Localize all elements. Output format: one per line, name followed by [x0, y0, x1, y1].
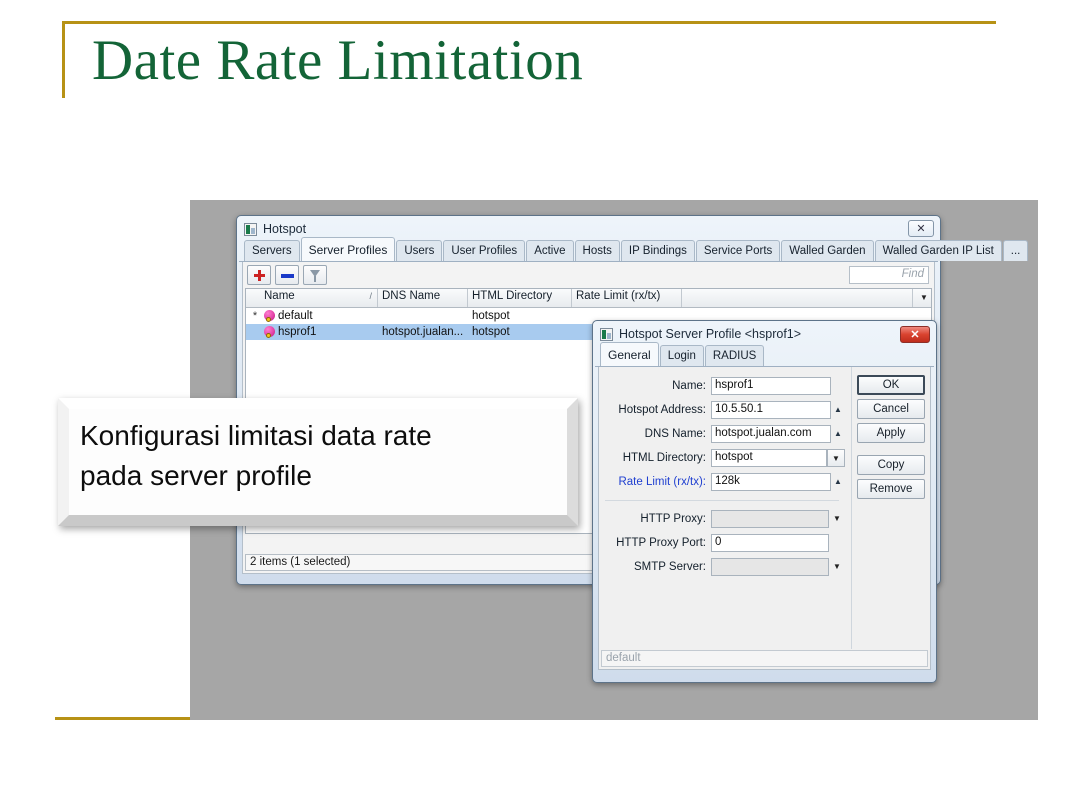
slide-left-rule — [62, 21, 65, 98]
tab-server-profiles[interactable]: Server Profiles — [300, 237, 396, 261]
spinner-up-icon[interactable]: ▲ — [831, 473, 845, 491]
field-html-directory: HTML Directory: hotspot ▼ — [603, 447, 845, 469]
minus-icon[interactable] — [275, 265, 299, 285]
field-dns-name: DNS Name: hotspot.jualan.com ▲ — [603, 423, 845, 445]
row-marker: * — [252, 310, 258, 322]
callout-line-1: Konfigurasi limitasi data rate — [80, 420, 432, 451]
name-input[interactable]: hsprof1 — [711, 377, 831, 395]
field-label-html-directory: HTML Directory: — [622, 452, 706, 464]
field-smtp-server: SMTP Server: ▼ — [603, 556, 845, 578]
profile-dialog-status-bar: default — [601, 650, 928, 667]
field-hotspot-address: Hotspot Address: 10.5.50.1 ▲ — [603, 399, 845, 421]
window-app-icon — [244, 222, 257, 236]
copy-button[interactable]: Copy — [857, 455, 925, 475]
browse-down-icon[interactable]: ▼ — [827, 449, 845, 467]
tab-service-ports[interactable]: Service Ports — [695, 240, 781, 261]
hotspot-server-profile-dialog: Hotspot Server Profile <hsprof1> ✕ Gener… — [592, 320, 937, 683]
http-proxy-input[interactable] — [711, 510, 829, 528]
tab-more[interactable]: ... — [1002, 240, 1029, 261]
column-header-dns-name[interactable]: DNS Name — [378, 289, 468, 307]
tab-radius[interactable]: RADIUS — [704, 345, 765, 366]
callout-line-2: pada server profile — [80, 460, 312, 491]
close-icon[interactable]: ✕ — [908, 220, 934, 237]
column-header-filler — [682, 289, 913, 307]
field-label-name: Name: — [672, 380, 706, 392]
sort-indicator-icon: / — [369, 291, 372, 301]
profile-dialog-title: Hotspot Server Profile <hsprof1> — [619, 327, 802, 341]
tab-hosts[interactable]: Hosts — [574, 240, 620, 261]
column-header-rate-limit[interactable]: Rate Limit (rx/tx) — [572, 289, 682, 307]
field-rate-limit: Rate Limit (rx/tx): 128k ▲ — [603, 471, 845, 493]
hotspot-toolbar: Find — [243, 262, 934, 288]
tab-servers[interactable]: Servers — [244, 240, 300, 261]
column-header-name[interactable]: Name / — [260, 289, 378, 307]
html-directory-input[interactable]: hotspot — [711, 449, 827, 467]
chevron-down-icon[interactable]: ▼ — [829, 558, 845, 576]
profile-dialog-tabstrip: General Login RADIUS — [595, 342, 934, 367]
field-label-hotspot-address: Hotspot Address: — [618, 404, 706, 416]
cell-name: default — [260, 310, 378, 322]
tab-walled-garden-ip-list[interactable]: Walled Garden IP List — [874, 240, 1002, 261]
slide-top-rule — [62, 21, 996, 24]
field-label-rate-limit: Rate Limit (rx/tx): — [618, 476, 706, 488]
tab-walled-garden[interactable]: Walled Garden — [781, 240, 874, 261]
window-app-icon — [600, 327, 613, 341]
cell-html-directory: hotspot — [472, 326, 510, 338]
field-separator — [605, 500, 839, 501]
page-title: Date Rate Limitation — [92, 29, 584, 92]
chevron-down-icon[interactable]: ▼ — [829, 510, 845, 528]
search-input[interactable]: Find — [849, 266, 929, 284]
callout-text: Konfigurasi limitasi data rate pada serv… — [80, 416, 560, 496]
rate-limit-input[interactable]: 128k — [711, 473, 831, 491]
field-label-dns-name: DNS Name: — [644, 428, 706, 440]
profile-dialog-buttons: OK Cancel Apply Copy Remove — [852, 367, 930, 649]
tab-user-profiles[interactable]: User Profiles — [443, 240, 526, 261]
funnel-icon[interactable] — [303, 265, 327, 285]
callout-box: Konfigurasi limitasi data rate pada serv… — [58, 398, 578, 526]
http-proxy-port-input[interactable]: 0 — [711, 534, 829, 552]
tab-active[interactable]: Active — [526, 240, 574, 261]
close-icon[interactable]: ✕ — [900, 326, 930, 343]
plus-icon[interactable] — [247, 265, 271, 285]
field-label-http-proxy-port: HTTP Proxy Port: — [616, 537, 706, 549]
tab-users[interactable]: Users — [396, 240, 443, 261]
tab-login[interactable]: Login — [659, 345, 704, 366]
hotspot-tabstrip: Servers Server Profiles Users User Profi… — [239, 237, 1029, 262]
spinner-up-icon[interactable]: ▲ — [831, 425, 845, 443]
field-http-proxy-port: HTTP Proxy Port: 0 — [603, 532, 845, 554]
profile-globe-key-icon — [264, 310, 275, 322]
smtp-server-input[interactable] — [711, 558, 829, 576]
remove-button[interactable]: Remove — [857, 479, 925, 499]
table-header-marker — [246, 289, 260, 307]
hotspot-address-input[interactable]: 10.5.50.1 — [711, 401, 831, 419]
column-header-html-directory[interactable]: HTML Directory — [468, 289, 572, 307]
field-name: Name: hsprof1 — [603, 375, 845, 397]
table-header-row: Name / DNS Name HTML Directory Rate Limi… — [246, 289, 931, 308]
field-label-smtp-server: SMTP Server: — [634, 561, 706, 573]
field-http-proxy: HTTP Proxy: ▼ — [603, 508, 845, 530]
profile-globe-key-icon — [264, 326, 275, 338]
profile-field-list: Name: hsprof1 Hotspot Address: 10.5.50.1… — [599, 367, 852, 649]
cancel-button[interactable]: Cancel — [857, 399, 925, 419]
cell-html-directory: hotspot — [472, 310, 510, 322]
dns-name-input[interactable]: hotspot.jualan.com — [711, 425, 831, 443]
chevron-down-icon[interactable]: ▼ — [913, 289, 931, 307]
tab-ip-bindings[interactable]: IP Bindings — [620, 240, 695, 261]
ok-button[interactable]: OK — [857, 375, 925, 395]
spinner-up-icon[interactable]: ▲ — [831, 401, 845, 419]
tab-general[interactable]: General — [600, 342, 659, 366]
cell-name: hsprof1 — [260, 326, 378, 338]
cell-dns-name: hotspot.jualan... — [382, 326, 464, 338]
field-label-http-proxy: HTTP Proxy: — [640, 513, 706, 525]
apply-button[interactable]: Apply — [857, 423, 925, 443]
profile-dialog-body: Name: hsprof1 Hotspot Address: 10.5.50.1… — [598, 367, 931, 670]
hotspot-window-title: Hotspot — [263, 222, 307, 236]
